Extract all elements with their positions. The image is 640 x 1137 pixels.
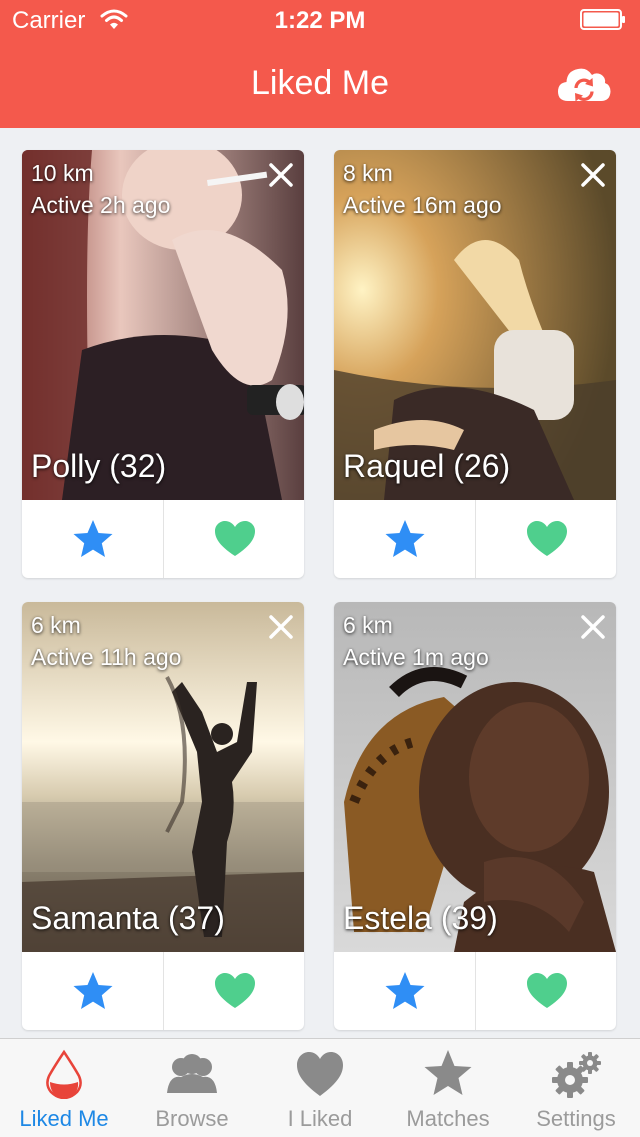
- heart-icon: [214, 973, 255, 1008]
- heart-icon: [214, 521, 255, 556]
- profile-photo[interactable]: 8 km Active 16m ago Raquel (26): [334, 150, 616, 500]
- star-icon: [385, 520, 424, 557]
- star-icon: [73, 520, 112, 557]
- like-button[interactable]: [164, 500, 304, 578]
- close-icon[interactable]: [268, 162, 294, 188]
- tab-i-liked[interactable]: I Liked: [256, 1039, 384, 1137]
- nav-header: Carrier 1:22 PM Liked Me: [0, 0, 640, 128]
- tab-label: Matches: [406, 1106, 490, 1131]
- close-icon[interactable]: [268, 614, 294, 640]
- profile-name: Raquel (26): [343, 448, 511, 484]
- status-bar: Carrier 1:22 PM: [0, 0, 640, 40]
- people-icon: [167, 1054, 217, 1093]
- clock: 1:22 PM: [274, 7, 366, 34]
- profile-card[interactable]: 6 km Active 11h ago Samanta (37): [22, 602, 304, 1030]
- profile-name: Samanta (37): [31, 900, 225, 936]
- tab-browse[interactable]: Browse: [128, 1039, 256, 1137]
- profile-card[interactable]: 6 km Active 1m ago Estela (39): [334, 602, 616, 1030]
- favorite-button[interactable]: [22, 500, 164, 578]
- distance-label: 10 km: [31, 160, 94, 186]
- distance-label: 8 km: [343, 160, 393, 186]
- heart-icon: [526, 973, 567, 1008]
- distance-label: 6 km: [31, 612, 81, 638]
- heart-icon: [526, 521, 567, 556]
- page-title: Liked Me: [251, 64, 389, 102]
- tab-settings[interactable]: Settings: [512, 1039, 640, 1137]
- tab-matches[interactable]: Matches: [384, 1039, 512, 1137]
- like-button[interactable]: [164, 952, 304, 1030]
- gears-icon: [552, 1052, 601, 1098]
- like-button[interactable]: [476, 952, 616, 1030]
- tab-label: I Liked: [287, 1106, 353, 1131]
- battery-icon: [580, 9, 625, 30]
- card-actions: [334, 500, 616, 578]
- drop-icon: [46, 1049, 82, 1099]
- star-icon: [385, 972, 424, 1009]
- tab-label: Browse: [155, 1106, 229, 1131]
- star-icon: [424, 1050, 472, 1095]
- favorite-button[interactable]: [334, 500, 476, 578]
- profile-card[interactable]: 8 km Active 16m ago Raquel (26): [334, 150, 616, 578]
- close-icon[interactable]: [580, 614, 606, 640]
- last-active-label: Active 2h ago: [31, 192, 171, 218]
- close-icon[interactable]: [580, 162, 606, 188]
- profile-card[interactable]: 10 km Active 2h ago Polly (32): [22, 150, 304, 578]
- distance-label: 6 km: [343, 612, 393, 638]
- profile-photo[interactable]: 10 km Active 2h ago Polly (32): [22, 150, 304, 500]
- profile-name: Polly (32): [31, 448, 167, 484]
- cloud-refresh-icon[interactable]: [556, 62, 612, 104]
- card-actions: [22, 952, 304, 1030]
- last-active-label: Active 1m ago: [343, 644, 489, 670]
- tab-bar: Liked Me Browse I Liked Matches Settings: [0, 1038, 640, 1137]
- like-button[interactable]: [476, 500, 616, 578]
- profile-photo[interactable]: 6 km Active 1m ago Estela (39): [334, 602, 616, 952]
- tab-liked-me[interactable]: Liked Me: [0, 1039, 128, 1137]
- tab-label: Settings: [536, 1106, 616, 1131]
- card-actions: [334, 952, 616, 1030]
- heart-icon: [297, 1052, 343, 1096]
- last-active-label: Active 11h ago: [31, 644, 182, 670]
- favorite-button[interactable]: [334, 952, 476, 1030]
- favorite-button[interactable]: [22, 952, 164, 1030]
- star-icon: [73, 972, 112, 1009]
- profile-name: Estela (39): [343, 900, 498, 936]
- tab-label: Liked Me: [19, 1106, 109, 1131]
- last-active-label: Active 16m ago: [343, 192, 502, 218]
- profile-photo[interactable]: 6 km Active 11h ago Samanta (37): [22, 602, 304, 952]
- card-actions: [22, 500, 304, 578]
